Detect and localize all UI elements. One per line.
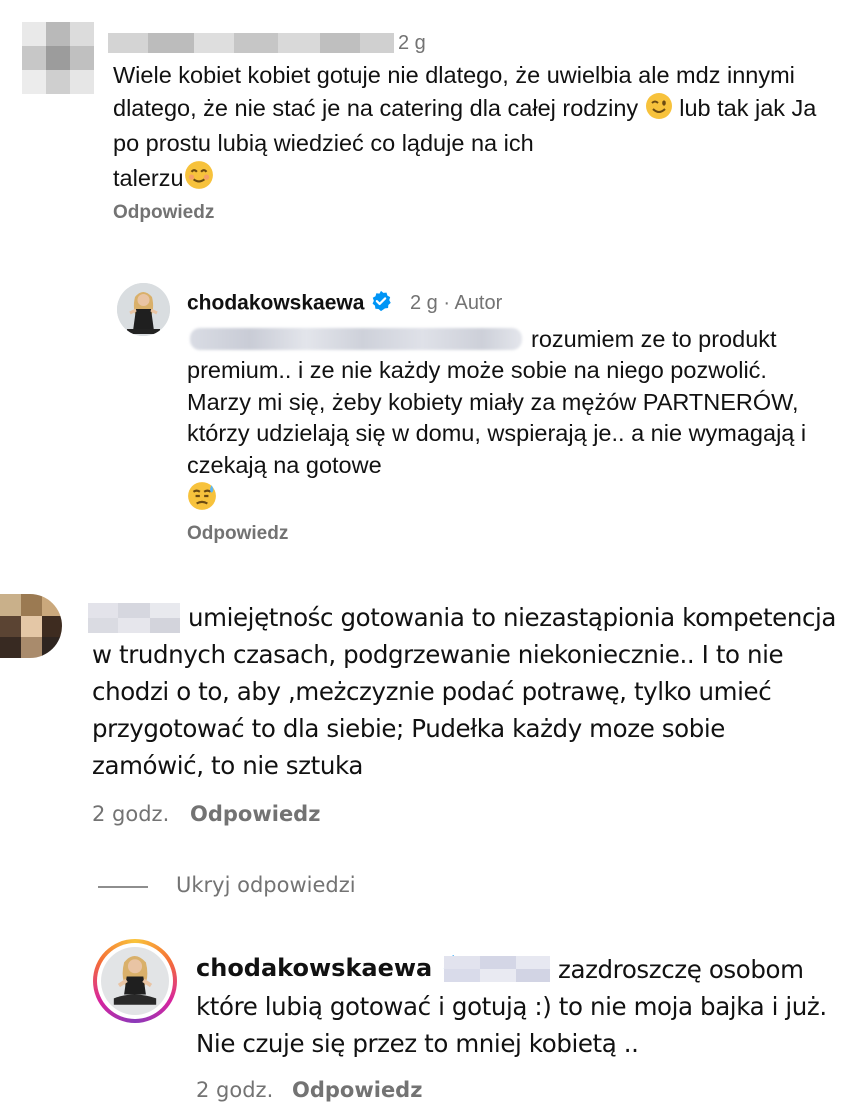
comment-time: 2 g · Autor xyxy=(410,292,503,314)
redacted-username xyxy=(88,603,180,633)
hide-replies-label[interactable]: Ukryj odpowiedzi xyxy=(176,873,356,897)
redacted-username xyxy=(108,33,394,53)
divider-line xyxy=(98,886,148,888)
username[interactable]: chodakowskaewa xyxy=(196,954,465,984)
smile-emoji xyxy=(184,160,214,199)
profile-photo-icon xyxy=(117,283,170,336)
comment-text: Wiele kobiet kobiet gotuje nie dlatego, … xyxy=(113,60,833,198)
avatar[interactable] xyxy=(22,22,94,94)
redacted-mention xyxy=(444,956,550,982)
reply-button[interactable]: Odpowiedz xyxy=(187,523,288,545)
avatar[interactable] xyxy=(0,594,62,658)
comment-time: 2 godz. xyxy=(92,802,170,826)
avatar[interactable] xyxy=(101,947,169,1015)
comment-text-line1: umiejętnośc gotowania to niezastąpionia … xyxy=(188,603,837,632)
reply-button[interactable]: Odpowiedz xyxy=(113,202,214,224)
reply-button[interactable]: Odpowiedz xyxy=(292,1078,422,1102)
comment-text-line1: rozumiem ze to produkt xyxy=(531,326,777,352)
reply-button[interactable]: Odpowiedz xyxy=(190,802,320,826)
comment-text: w trudnych czasach, podgrzewanie niekoni… xyxy=(92,640,784,780)
redacted-mention xyxy=(190,328,522,350)
profile-photo-icon xyxy=(101,947,169,1015)
avatar[interactable] xyxy=(117,283,170,336)
comment-text: które lubią gotować i gotują :) to nie m… xyxy=(196,992,827,1058)
verified-badge-icon xyxy=(370,290,392,318)
comment-text-line1: zazdroszczę osobom xyxy=(558,955,804,984)
comment-text: premium.. i ze nie każdy może sobie na n… xyxy=(187,355,827,520)
comment-time: 2 g xyxy=(398,32,426,54)
username[interactable]: chodakowskaewa xyxy=(187,290,392,318)
comment-time: 2 godz. xyxy=(196,1078,274,1102)
wink-emoji xyxy=(645,92,673,129)
sweat-emoji xyxy=(187,481,217,520)
